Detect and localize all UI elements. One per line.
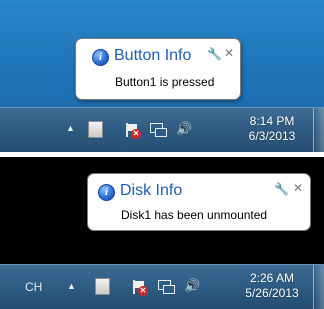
network-icon[interactable] xyxy=(158,280,175,294)
action-center-flag-icon[interactable]: ✕ xyxy=(131,279,148,296)
clock-date: 6/3/2013 xyxy=(248,129,296,143)
wrench-icon[interactable]: 🔧 xyxy=(274,183,289,195)
up-arrow-icon[interactable]: ▲ xyxy=(67,281,76,291)
notification-balloon[interactable]: i Button Info 🔧 ✕ Button1 is pressed xyxy=(75,38,241,100)
close-icon[interactable]: ✕ xyxy=(293,182,303,194)
show-desktop-button[interactable] xyxy=(313,108,324,152)
speaker-icon[interactable]: 🔊 xyxy=(176,121,192,137)
close-icon[interactable]: ✕ xyxy=(224,47,234,59)
screenshot-top: i Button Info 🔧 ✕ Button1 is pressed ▲ ✕… xyxy=(0,0,324,152)
language-indicator[interactable]: CH xyxy=(25,280,42,294)
clock-time: 2:26 AM xyxy=(249,271,295,285)
show-desktop-button[interactable] xyxy=(313,265,324,309)
usb-device-icon[interactable] xyxy=(95,278,110,295)
balloon-message: Disk1 has been unmounted xyxy=(121,208,268,222)
clock-time: 8:14 PM xyxy=(249,114,295,128)
notification-balloon[interactable]: i Disk Info 🔧 ✕ Disk1 has been unmounted xyxy=(87,173,311,231)
network-icon[interactable] xyxy=(150,123,167,137)
balloon-title: Button Info xyxy=(114,47,192,64)
info-icon: i xyxy=(92,49,109,66)
screenshot-bottom: i Disk Info 🔧 ✕ Disk1 has been unmounted… xyxy=(0,157,324,309)
wrench-icon[interactable]: 🔧 xyxy=(207,48,222,60)
action-center-flag-icon[interactable]: ✕ xyxy=(124,122,141,139)
info-icon: i xyxy=(98,184,115,201)
clock-date: 5/26/2013 xyxy=(245,286,299,300)
up-arrow-icon[interactable]: ▲ xyxy=(66,123,75,133)
balloon-message: Button1 is pressed xyxy=(115,75,215,89)
taskbar: CH ▲ ✕ 🔊 2:26 AM 5/26/2013 xyxy=(0,264,324,309)
clock[interactable]: 2:26 AM 5/26/2013 xyxy=(236,271,308,301)
speaker-icon[interactable]: 🔊 xyxy=(184,278,200,294)
taskbar: ▲ ✕ 🔊 8:14 PM 6/3/2013 xyxy=(0,107,324,152)
clock[interactable]: 8:14 PM 6/3/2013 xyxy=(236,114,308,144)
usb-device-icon[interactable] xyxy=(88,121,103,138)
balloon-title: Disk Info xyxy=(120,182,183,199)
